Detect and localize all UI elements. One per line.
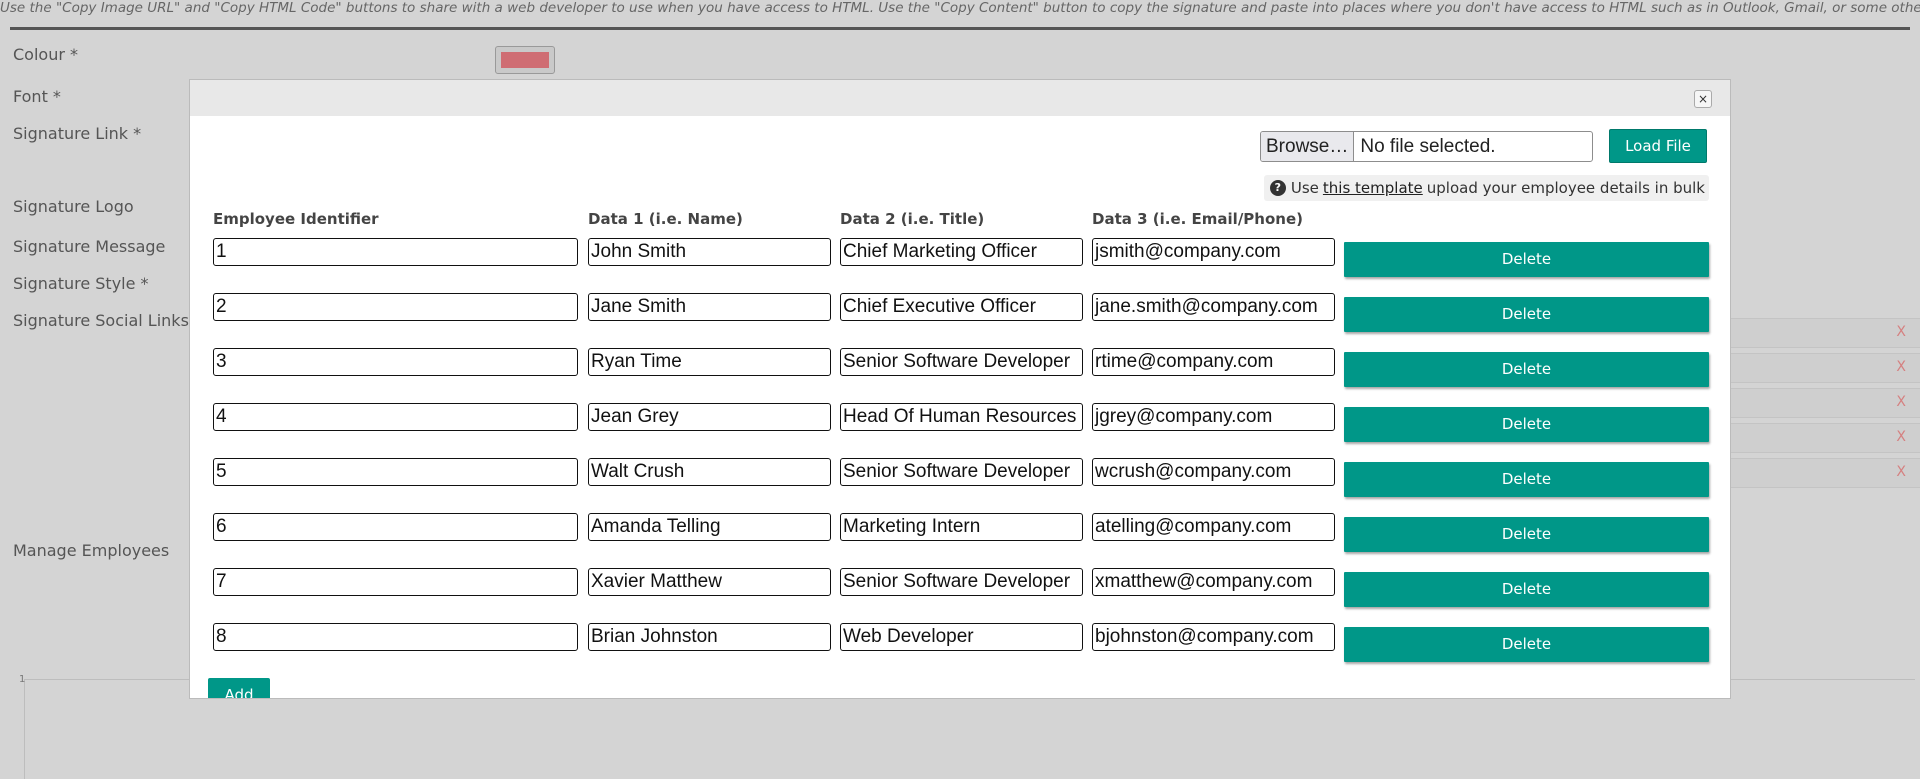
column-header-data-3: Data 3 (i.e. Email/Phone): [1092, 210, 1303, 228]
employee-name-input[interactable]: Ryan Time: [588, 348, 831, 376]
colour-swatch: [501, 52, 549, 68]
delete-employee-button[interactable]: Delete: [1344, 352, 1709, 387]
employee-name-input[interactable]: Amanda Telling: [588, 513, 831, 541]
delete-employee-button[interactable]: Delete: [1344, 462, 1709, 497]
employee-row: 1 John Smith Chief Marketing Officer jsm…: [190, 238, 1730, 278]
load-file-button[interactable]: Load File: [1609, 129, 1707, 163]
delete-employee-button[interactable]: Delete: [1344, 297, 1709, 332]
employee-title-input[interactable]: Chief Marketing Officer: [840, 238, 1083, 266]
employee-identifier-input[interactable]: 7: [213, 568, 578, 596]
copy-instructions-text: Use the "Copy Image URL" and "Copy HTML …: [0, 0, 1920, 16]
help-icon: ?: [1269, 180, 1286, 196]
employee-name-input[interactable]: Walt Crush: [588, 458, 831, 486]
employee-title-input[interactable]: Senior Software Developer: [840, 348, 1083, 376]
employee-contact-input[interactable]: atelling@company.com: [1092, 513, 1335, 541]
signature-message-label: Signature Message: [13, 237, 166, 256]
remove-social-link-button[interactable]: X: [1896, 394, 1906, 410]
signature-style-label: Signature Style *: [13, 274, 149, 293]
column-header-data-2: Data 2 (i.e. Title): [840, 210, 985, 228]
employee-row: 7 Xavier Matthew Senior Software Develop…: [190, 568, 1730, 608]
employee-name-input[interactable]: Xavier Matthew: [588, 568, 831, 596]
manage-employees-dialog: × Browse… No file selected. Load File ? …: [189, 79, 1731, 699]
employee-name-input[interactable]: Brian Johnston: [588, 623, 831, 651]
close-icon[interactable]: ×: [1694, 90, 1712, 108]
file-input[interactable]: Browse… No file selected.: [1260, 131, 1593, 162]
employee-name-input[interactable]: Jane Smith: [588, 293, 831, 321]
employee-identifier-input[interactable]: 2: [213, 293, 578, 321]
signature-logo-label: Signature Logo: [13, 197, 134, 216]
employee-title-input[interactable]: Senior Software Developer: [840, 458, 1083, 486]
divider: [10, 27, 1910, 30]
remove-social-link-button[interactable]: X: [1896, 464, 1906, 480]
employee-identifier-input[interactable]: 1: [213, 238, 578, 266]
dialog-titlebar: [190, 80, 1730, 116]
employee-contact-input[interactable]: jgrey@company.com: [1092, 403, 1335, 431]
delete-employee-button[interactable]: Delete: [1344, 572, 1709, 607]
employee-title-input[interactable]: Marketing Intern: [840, 513, 1083, 541]
line-number: 1: [19, 674, 26, 685]
employee-row: 4 Jean Grey Head Of Human Resources jgre…: [190, 403, 1730, 443]
employee-row: 5 Walt Crush Senior Software Developer w…: [190, 458, 1730, 498]
employee-title-input[interactable]: Head Of Human Resources: [840, 403, 1083, 431]
employee-title-input[interactable]: Senior Software Developer: [840, 568, 1083, 596]
template-note: ? Use this template upload your employee…: [1263, 175, 1709, 201]
employee-identifier-input[interactable]: 4: [213, 403, 578, 431]
employee-row: 3 Ryan Time Senior Software Developer rt…: [190, 348, 1730, 388]
font-label: Font *: [13, 87, 61, 106]
employee-row: 8 Brian Johnston Web Developer bjohnston…: [190, 623, 1730, 663]
employee-row: 6 Amanda Telling Marketing Intern atelli…: [190, 513, 1730, 553]
employee-contact-input[interactable]: jsmith@company.com: [1092, 238, 1335, 266]
add-employee-button[interactable]: Add: [208, 678, 270, 698]
employee-contact-input[interactable]: bjohnston@company.com: [1092, 623, 1335, 651]
template-link[interactable]: this template: [1323, 179, 1423, 197]
signature-link-label: Signature Link *: [13, 124, 142, 143]
signature-social-links-label: Signature Social Links *: [13, 311, 202, 330]
file-status: No file selected.: [1360, 135, 1496, 157]
employee-contact-input[interactable]: jane.smith@company.com: [1092, 293, 1335, 321]
remove-social-link-button[interactable]: X: [1896, 324, 1906, 340]
employee-identifier-input[interactable]: 6: [213, 513, 578, 541]
employee-title-input[interactable]: Web Developer: [840, 623, 1083, 651]
employee-contact-input[interactable]: wcrush@company.com: [1092, 458, 1335, 486]
delete-employee-button[interactable]: Delete: [1344, 242, 1709, 277]
template-note-prefix: Use: [1290, 179, 1319, 197]
delete-employee-button[interactable]: Delete: [1344, 407, 1709, 442]
employee-contact-input[interactable]: rtime@company.com: [1092, 348, 1335, 376]
manage-employees-label: Manage Employees: [13, 541, 170, 560]
remove-social-link-button[interactable]: X: [1896, 429, 1906, 445]
column-header-data-1: Data 1 (i.e. Name): [588, 210, 743, 228]
employee-identifier-input[interactable]: 3: [213, 348, 578, 376]
colour-picker[interactable]: [495, 46, 555, 74]
employee-name-input[interactable]: John Smith: [588, 238, 831, 266]
employee-name-input[interactable]: Jean Grey: [588, 403, 831, 431]
colour-label: Colour *: [13, 45, 78, 64]
browse-button[interactable]: Browse…: [1261, 132, 1355, 161]
column-header-employee-identifier: Employee Identifier: [213, 210, 379, 228]
employee-title-input[interactable]: Chief Executive Officer: [840, 293, 1083, 321]
employee-identifier-input[interactable]: 5: [213, 458, 578, 486]
delete-employee-button[interactable]: Delete: [1344, 627, 1709, 662]
delete-employee-button[interactable]: Delete: [1344, 517, 1709, 552]
template-note-suffix: upload your employee details in bulk: [1426, 179, 1705, 197]
employee-contact-input[interactable]: xmatthew@company.com: [1092, 568, 1335, 596]
employee-identifier-input[interactable]: 8: [213, 623, 578, 651]
remove-social-link-button[interactable]: X: [1896, 359, 1906, 375]
employee-row: 2 Jane Smith Chief Executive Officer jan…: [190, 293, 1730, 333]
